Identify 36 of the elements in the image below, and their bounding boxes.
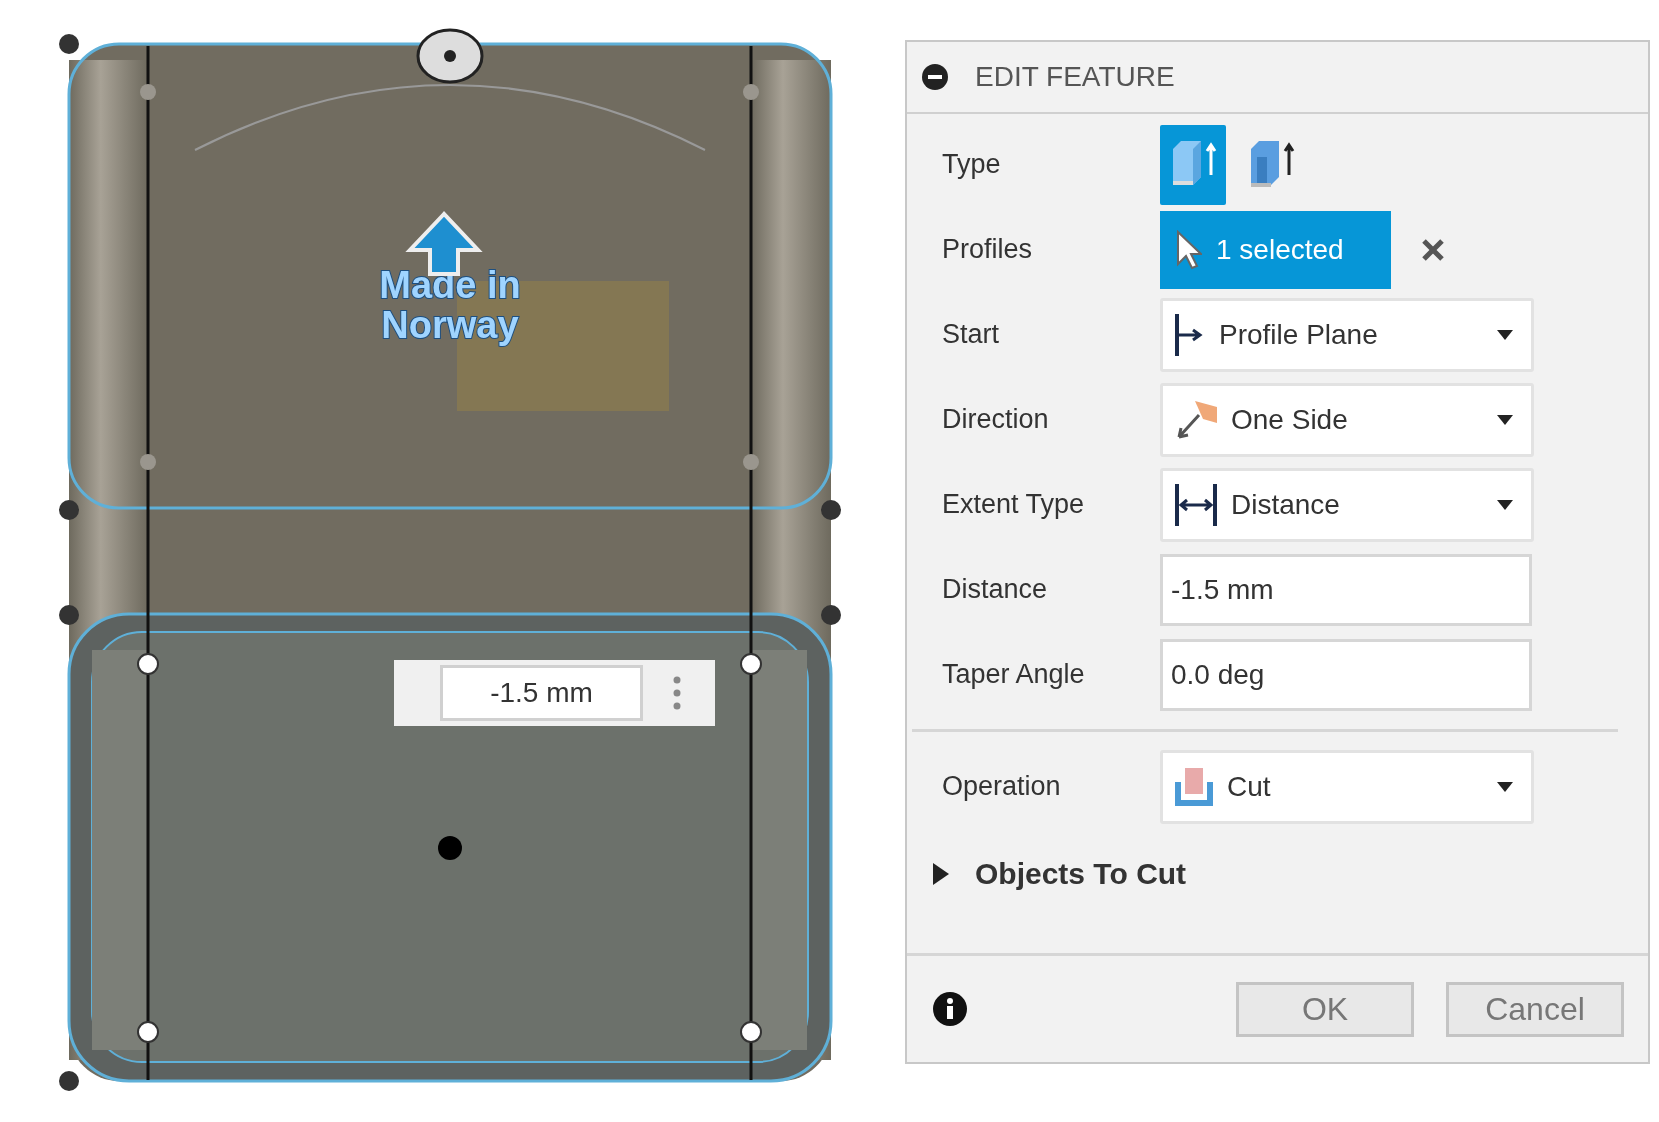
field-label: Taper Angle: [942, 659, 1086, 690]
model-text: Norway: [381, 304, 519, 346]
type-option[interactable]: [1160, 124, 1226, 205]
dimension-input[interactable]: -1.5 mm: [440, 665, 643, 721]
field-label: Start: [942, 319, 1001, 350]
cancel-button[interactable]: Cancel: [1446, 981, 1624, 1037]
field-label: Operation: [942, 771, 1062, 802]
dropdown[interactable]: Profile Plane: [1160, 297, 1534, 372]
input-field[interactable]: 0.0 deg: [1160, 638, 1532, 711]
cursor-icon: [1176, 229, 1202, 270]
distance-icon: [1173, 481, 1219, 528]
close-icon: [1421, 237, 1445, 262]
field-label: Direction: [942, 404, 1050, 435]
caret-icon: [1497, 781, 1513, 792]
ok-button[interactable]: OK: [1236, 981, 1414, 1037]
info-icon[interactable]: [932, 991, 968, 1027]
caret-icon: [1497, 414, 1513, 425]
collapse-icon[interactable]: [921, 63, 949, 91]
input-field[interactable]: -1.5 mm: [1160, 553, 1532, 626]
clear-button[interactable]: [1421, 237, 1445, 262]
caret-right-icon: [933, 863, 949, 885]
panel-title: EDIT FEATURE: [975, 61, 1175, 93]
caret-icon: [1497, 499, 1513, 510]
dropdown[interactable]: Cut: [1160, 749, 1534, 824]
field-label: Type: [942, 149, 1002, 180]
manipulator-knob[interactable]: [416, 28, 484, 84]
group-toggle[interactable]: Objects To Cut: [907, 829, 1187, 919]
field-label: Profiles: [942, 234, 1034, 265]
field-label: Extent Type: [942, 489, 1086, 520]
more-icon[interactable]: [673, 676, 681, 710]
model-text: Made in: [379, 264, 521, 306]
caret-icon: [1497, 329, 1513, 340]
dropdown[interactable]: Distance: [1160, 467, 1534, 542]
cut-icon: [1173, 765, 1215, 808]
dropdown[interactable]: One Side: [1160, 382, 1534, 457]
field-label: Distance: [942, 574, 1049, 605]
